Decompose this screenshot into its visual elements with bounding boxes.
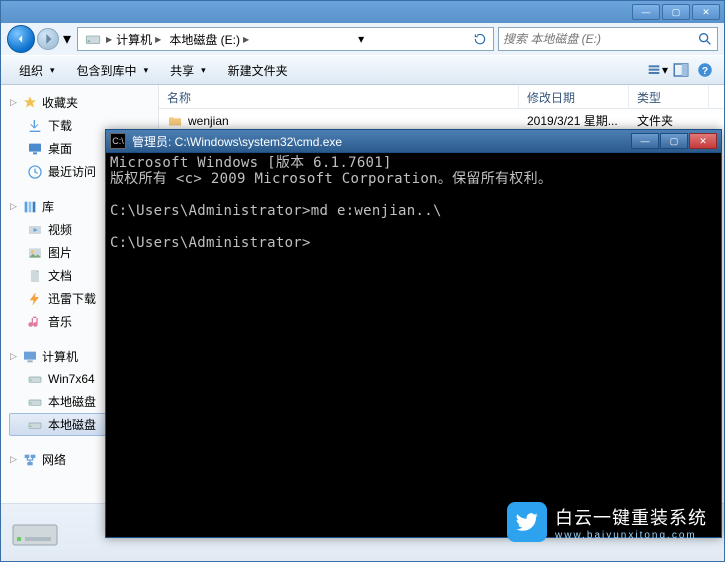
breadcrumb-label: 本地磁盘 (E:) xyxy=(169,31,240,48)
organize-button[interactable]: 组织 xyxy=(9,58,65,83)
nav-back-button[interactable] xyxy=(7,25,35,53)
cmd-titlebar[interactable]: C:\ 管理员: C:\Windows\system32\cmd.exe — ▢… xyxy=(106,130,721,153)
drive-icon xyxy=(27,371,43,387)
column-headers: 名称 修改日期 类型 xyxy=(159,85,724,109)
breadcrumb-label: 计算机 xyxy=(116,31,152,48)
item-label: 本地磁盘 xyxy=(48,416,96,433)
disclosure-icon: ▷ xyxy=(9,454,18,465)
preview-pane-button[interactable] xyxy=(670,59,692,81)
disclosure-icon: ▷ xyxy=(9,201,18,212)
window-close-button[interactable]: ✕ xyxy=(692,4,720,20)
svg-text:?: ? xyxy=(702,65,708,77)
refresh-button[interactable] xyxy=(469,28,491,50)
share-button[interactable]: 共享 xyxy=(160,58,216,83)
item-label: 音乐 xyxy=(48,313,72,330)
file-name: wenjian xyxy=(188,114,229,128)
address-bar[interactable]: ▶ 计算机▶ 本地磁盘 (E:)▶ ▾ xyxy=(77,27,494,51)
search-box[interactable] xyxy=(498,27,718,51)
item-label: 视频 xyxy=(48,221,72,238)
view-options-button[interactable]: ▾ xyxy=(646,59,668,81)
item-label: Win7x64 xyxy=(48,372,95,386)
thunder-icon xyxy=(27,291,43,307)
cmd-terminal-output[interactable]: Microsoft Windows [版本 6.1.7601] 版权所有 <c>… xyxy=(106,153,721,537)
item-label: 最近访问 xyxy=(48,163,96,180)
cmd-maximize-button[interactable]: ▢ xyxy=(660,133,688,149)
view-icon xyxy=(646,61,662,79)
video-icon xyxy=(27,222,43,238)
document-icon xyxy=(27,268,43,284)
drive-icon xyxy=(84,30,102,48)
window-minimize-button[interactable]: — xyxy=(632,4,660,20)
cmd-close-button[interactable]: ✕ xyxy=(689,133,717,149)
group-label: 收藏夹 xyxy=(42,94,78,111)
new-folder-button[interactable]: 新建文件夹 xyxy=(218,58,298,83)
library-icon xyxy=(22,199,38,215)
chevron-right-icon: ▶ xyxy=(243,35,249,44)
watermark-badge-icon xyxy=(507,502,547,542)
search-input[interactable] xyxy=(503,32,697,46)
arrow-right-icon xyxy=(38,29,58,49)
watermark-text: 白云一键重装系统 xyxy=(555,508,707,528)
file-type: 文件夹 xyxy=(637,112,673,129)
window-maximize-button[interactable]: ▢ xyxy=(662,4,690,20)
drive-icon xyxy=(27,417,43,433)
refresh-icon xyxy=(473,32,487,46)
command-toolbar: 组织 包含到库中 共享 新建文件夹 ▾ ? xyxy=(1,55,724,85)
cmd-icon: C:\ xyxy=(110,133,126,149)
column-header-date[interactable]: 修改日期 xyxy=(519,85,629,108)
watermark-subtext: www.baiyunxitong.com xyxy=(555,530,707,541)
cmd-window: C:\ 管理员: C:\Windows\system32\cmd.exe — ▢… xyxy=(105,129,722,538)
folder-icon xyxy=(167,113,183,129)
downloads-icon xyxy=(27,118,43,134)
disclosure-icon: ▷ xyxy=(9,97,18,108)
recent-icon xyxy=(27,164,43,180)
main-titlebar: — ▢ ✕ xyxy=(1,1,724,23)
cmd-minimize-button[interactable]: — xyxy=(631,133,659,149)
navigation-bar: ▾ ▶ 计算机▶ 本地磁盘 (E:)▶ ▾ xyxy=(1,23,724,55)
breadcrumb-computer[interactable]: 计算机▶ xyxy=(112,29,165,50)
favorites-group[interactable]: ▷ 收藏夹 xyxy=(9,91,158,114)
computer-icon xyxy=(22,349,38,365)
breadcrumb-drive[interactable]: 本地磁盘 (E:)▶ xyxy=(165,29,253,50)
column-header-name[interactable]: 名称 xyxy=(159,85,519,108)
group-label: 计算机 xyxy=(42,348,78,365)
picture-icon xyxy=(27,245,43,261)
nav-forward-button[interactable] xyxy=(37,28,59,50)
help-button[interactable]: ? xyxy=(694,59,716,81)
chevron-right-icon: ▶ xyxy=(155,35,161,44)
item-label: 下载 xyxy=(48,117,72,134)
cmd-title-text: 管理员: C:\Windows\system32\cmd.exe xyxy=(132,133,631,150)
network-icon xyxy=(22,452,38,468)
help-icon: ? xyxy=(696,61,714,79)
include-in-library-button[interactable]: 包含到库中 xyxy=(67,58,159,83)
nav-history-dropdown[interactable]: ▾ xyxy=(61,28,73,50)
disclosure-icon: ▷ xyxy=(9,351,18,362)
drive-large-icon xyxy=(11,513,59,553)
star-icon xyxy=(22,95,38,111)
music-icon xyxy=(27,314,43,330)
address-dropdown-button[interactable]: ▾ xyxy=(350,28,372,50)
column-header-type[interactable]: 类型 xyxy=(629,85,709,108)
group-label: 网络 xyxy=(42,451,66,468)
desktop-icon xyxy=(27,141,43,157)
watermark: 白云一键重装系统 www.baiyunxitong.com xyxy=(507,502,707,542)
item-label: 图片 xyxy=(48,244,72,261)
file-date: 2019/3/21 星期... xyxy=(527,112,618,129)
search-icon[interactable] xyxy=(697,31,713,47)
item-label: 迅雷下载 xyxy=(48,290,96,307)
item-label: 桌面 xyxy=(48,140,72,157)
group-label: 库 xyxy=(42,198,54,215)
drive-icon xyxy=(27,394,43,410)
arrow-left-icon xyxy=(14,32,28,46)
pane-icon xyxy=(672,61,690,79)
item-label: 本地磁盘 xyxy=(48,393,96,410)
item-label: 文档 xyxy=(48,267,72,284)
